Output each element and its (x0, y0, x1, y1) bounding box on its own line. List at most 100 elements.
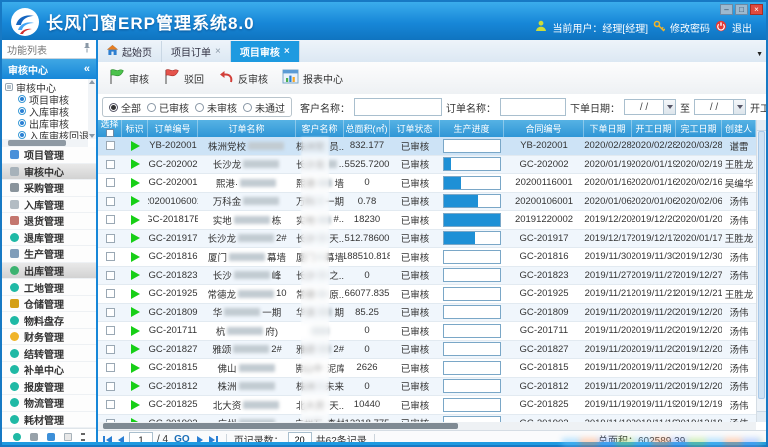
sidebar-item-项目管理[interactable]: 项目管理 (2, 147, 96, 164)
row-select-cell[interactable] (98, 359, 122, 377)
table-row[interactable]: GC-201925常德龙10常德原..266077.835..已审核GC-201… (98, 285, 756, 304)
sidebar-item-工地管理[interactable]: 工地管理 (2, 279, 96, 296)
sidebar-item-采购管理[interactable]: 采购管理 (2, 180, 96, 197)
column-header-订单名称[interactable]: 订单名称 (198, 120, 296, 137)
tab-overflow-icon[interactable]: ▼ (756, 51, 763, 58)
cart-icon[interactable] (30, 433, 38, 441)
table-row[interactable]: 20200106001万科金万科一期0.78已审核202001060012020… (98, 193, 756, 212)
chevron-down-icon[interactable] (733, 100, 745, 114)
column-header-开工日期[interactable]: 开工日期 (632, 120, 676, 137)
sidebar-item-耗材管理[interactable]: 耗材管理 (2, 412, 96, 429)
row-checkbox[interactable] (106, 345, 115, 354)
column-header-创建人[interactable]: 创建人 (722, 120, 756, 137)
document-icon[interactable] (64, 433, 72, 441)
row-checkbox[interactable] (106, 400, 115, 409)
table-row[interactable]: GC-201815佛山佛山中泥库2626已审核GC-2018152019/11/… (98, 359, 756, 378)
tree-horizontal-scrollbar[interactable] (2, 139, 88, 147)
row-select-cell[interactable] (98, 304, 122, 322)
tab-项目订单[interactable]: 项目订单× (162, 41, 231, 62)
row-checkbox[interactable] (106, 160, 115, 169)
column-header-完工日期[interactable]: 完工日期 (676, 120, 722, 137)
sidebar-item-退库管理[interactable]: 退库管理 (2, 230, 96, 247)
sidebar-item-补单中心[interactable]: 补单中心 (2, 362, 96, 379)
tree-vertical-scrollbar[interactable] (88, 79, 96, 139)
customer-name-input[interactable] (354, 98, 442, 116)
scrollbar-thumb[interactable] (103, 423, 458, 429)
row-checkbox[interactable] (106, 141, 115, 150)
反审核-button[interactable]: 反审核 (218, 70, 268, 87)
column-header-选择[interactable]: 选择 (98, 120, 122, 137)
row-checkbox[interactable] (106, 215, 115, 224)
radio-全部[interactable]: 全部 (109, 100, 141, 115)
row-checkbox[interactable] (106, 308, 115, 317)
驳回-button[interactable]: 驳回 (163, 69, 204, 88)
row-checkbox[interactable] (106, 197, 115, 206)
table-row[interactable]: GC-201711杭府)0已审核GC-2017112019/11/202019/… (98, 322, 756, 341)
sidebar-item-物流管理[interactable]: 物流管理 (2, 395, 96, 412)
row-select-cell[interactable] (98, 396, 122, 414)
order-name-input[interactable] (500, 98, 566, 116)
column-header-生产进度[interactable]: 生产进度 (440, 120, 504, 137)
row-select-cell[interactable] (98, 174, 122, 192)
row-select-cell[interactable] (98, 322, 122, 340)
maximize-button[interactable]: □ (735, 4, 748, 15)
table-row[interactable]: GC-202002长沙龙长沙龙..65525.7200..已审核GC-20200… (98, 156, 756, 175)
sidebar-item-入库管理[interactable]: 入库管理 (2, 197, 96, 214)
scroll-up-icon[interactable] (89, 80, 95, 84)
column-header-客户名称[interactable]: 客户名称 (296, 120, 344, 137)
logout-link[interactable]: 退出 (732, 20, 752, 35)
radio-未通过[interactable]: 未通过 (243, 100, 285, 115)
column-header-标识[interactable]: 标识 (122, 120, 148, 137)
order-date-to-picker[interactable]: / / (694, 99, 746, 115)
table-vertical-scrollbar[interactable] (756, 120, 766, 422)
column-header-订单编号[interactable]: 订单编号 (148, 120, 198, 137)
sidebar-item-财务管理[interactable]: 财务管理 (2, 329, 96, 346)
row-checkbox[interactable] (106, 178, 115, 187)
close-tab-icon[interactable]: × (215, 46, 221, 57)
radio-icon[interactable] (147, 103, 156, 112)
column-header-合同编号[interactable]: 合同编号 (504, 120, 584, 137)
row-checkbox[interactable] (106, 363, 115, 372)
table-row[interactable]: GC-201917长沙龙2#长沙天..8512.78600..已审核GC-201… (98, 230, 756, 249)
sidebar-item-退货管理[interactable]: 退货管理 (2, 213, 96, 230)
sidebar-item-审核中心[interactable]: 审核中心 (2, 164, 96, 181)
table-row[interactable]: GC-201816厦门幕墙厦门幕墙188510.818已审核GC-2018162… (98, 248, 756, 267)
pen-icon[interactable] (47, 433, 55, 441)
table-row[interactable]: GC-201809华一期华滨期85.25已审核GC-2018092019/11/… (98, 304, 756, 323)
row-select-cell[interactable] (98, 378, 122, 396)
order-date-from-picker[interactable]: / / (624, 99, 676, 115)
row-checkbox[interactable] (106, 326, 115, 335)
row-select-cell[interactable] (98, 156, 122, 174)
scrollbar-thumb[interactable] (8, 140, 66, 146)
tree-node-入库审核回退[interactable]: 入库审核回退 (5, 129, 86, 139)
radio-icon[interactable] (195, 103, 204, 112)
pin-icon[interactable] (83, 43, 91, 56)
close-tab-icon[interactable]: × (284, 46, 290, 57)
chevron-down-icon[interactable] (663, 100, 675, 114)
more-icon[interactable] (81, 436, 85, 438)
column-header-总面积(㎡)[interactable]: 总面积(㎡) (344, 120, 390, 137)
column-header-订单状态[interactable]: 订单状态 (390, 120, 440, 137)
table-row[interactable]: GC-201902广州广州万森林13318.775已审核GC-201902201… (98, 415, 756, 423)
row-checkbox[interactable] (106, 289, 115, 298)
table-row[interactable]: GC-202001熙港·熙港墙0已审核202001160012020/01/16… (98, 174, 756, 193)
table-row[interactable]: YB-202001株洲党校株洲党员..832.177已审核YB-20200120… (98, 137, 756, 156)
row-select-cell[interactable] (98, 137, 122, 155)
radio-icon[interactable] (109, 103, 118, 112)
collapse-left-icon[interactable]: « (84, 63, 90, 75)
table-row[interactable]: GC-201823长沙峰长沙之..0已审核GC-2018232019/11/27… (98, 267, 756, 286)
tab-起始页[interactable]: 起始页 (98, 41, 162, 62)
table-row[interactable]: GC-201825北大资北大资天..10440已审核GC-2018252019/… (98, 396, 756, 415)
radio-icon[interactable] (243, 103, 252, 112)
table-row[interactable]: GC-201827雅颂2#雅颂2#0已审核GC-2018272019/11/20… (98, 341, 756, 360)
sidebar-item-仓储管理[interactable]: 仓储管理 (2, 296, 96, 313)
minimize-button[interactable]: – (720, 4, 733, 15)
column-header-下单日期[interactable]: 下单日期 (584, 120, 632, 137)
go-button[interactable]: GO (174, 434, 190, 442)
table-horizontal-scrollbar[interactable] (98, 422, 756, 430)
row-checkbox[interactable] (106, 234, 115, 243)
change-password-link[interactable]: 修改密码 (670, 20, 710, 35)
row-select-cell[interactable] (98, 267, 122, 285)
tab-项目审核[interactable]: 项目审核× (231, 41, 300, 62)
scroll-down-icon[interactable] (89, 134, 95, 138)
